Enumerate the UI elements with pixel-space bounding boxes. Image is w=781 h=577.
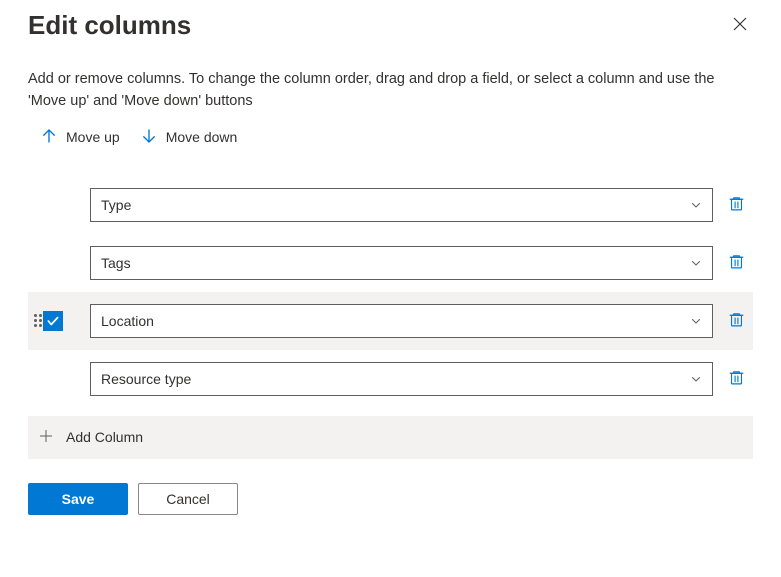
cancel-button[interactable]: Cancel [138, 483, 238, 515]
description-text: Add or remove columns. To change the col… [28, 69, 753, 113]
column-row[interactable]: Type [28, 176, 753, 234]
column-list: Type Tags Location Resource type [28, 176, 753, 408]
move-up-label: Move up [66, 129, 120, 145]
page-title: Edit columns [28, 10, 191, 41]
close-icon [731, 15, 749, 36]
column-row[interactable]: Resource type [28, 350, 753, 408]
chevron-down-icon [690, 257, 702, 269]
close-button[interactable] [727, 11, 753, 40]
column-row[interactable]: Location [28, 292, 753, 350]
column-select[interactable]: Resource type [90, 362, 713, 396]
move-down-button[interactable]: Move down [140, 127, 238, 148]
column-select-label: Resource type [101, 371, 191, 387]
arrow-up-icon [40, 127, 58, 148]
delete-column-button[interactable] [719, 194, 753, 216]
plus-icon [38, 428, 54, 447]
delete-column-button[interactable] [719, 252, 753, 274]
column-select[interactable]: Type [90, 188, 713, 222]
chevron-down-icon [690, 315, 702, 327]
column-select-label: Tags [101, 255, 131, 271]
delete-column-button[interactable] [719, 310, 753, 332]
column-select[interactable]: Tags [90, 246, 713, 280]
row-checkbox[interactable] [43, 311, 63, 331]
chevron-down-icon [690, 373, 702, 385]
add-column-label: Add Column [66, 429, 143, 445]
trash-icon [728, 195, 745, 215]
move-up-button[interactable]: Move up [40, 127, 120, 148]
column-select[interactable]: Location [90, 304, 713, 338]
arrow-down-icon [140, 127, 158, 148]
column-select-label: Location [101, 313, 154, 329]
trash-icon [728, 253, 745, 273]
delete-column-button[interactable] [719, 368, 753, 390]
column-row[interactable]: Tags [28, 234, 753, 292]
move-down-label: Move down [166, 129, 238, 145]
trash-icon [728, 369, 745, 389]
trash-icon [728, 311, 745, 331]
column-select-label: Type [101, 197, 131, 213]
chevron-down-icon [690, 199, 702, 211]
add-column-button[interactable]: Add Column [28, 416, 753, 459]
row-gutter [28, 311, 90, 331]
drag-handle-icon[interactable] [34, 314, 39, 327]
save-button[interactable]: Save [28, 483, 128, 515]
